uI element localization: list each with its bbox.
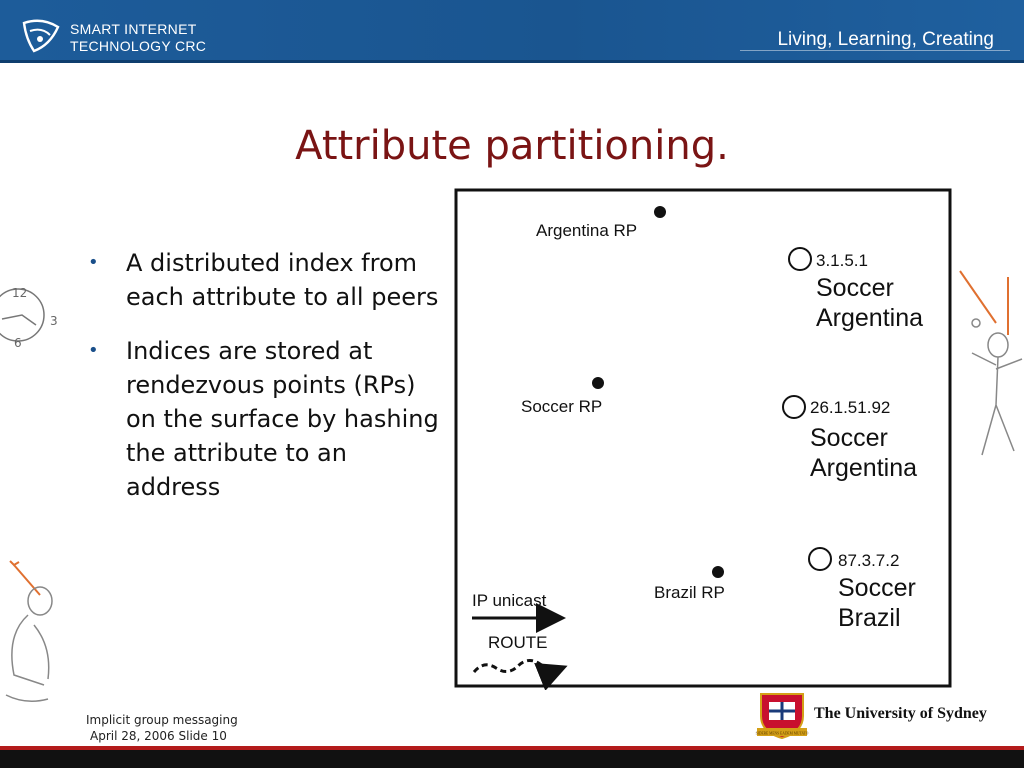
rp-dot [654, 206, 666, 218]
clock-numeral: 3 [50, 314, 58, 328]
peer-ip: 3.1.5.1 [816, 251, 868, 270]
bullet-list: • A distributed index from each attribut… [88, 246, 448, 524]
tagline-underline [740, 50, 1010, 51]
peer-attribute: Argentina [810, 454, 917, 482]
rp-dot [592, 377, 604, 389]
bullet-dot-icon: • [88, 340, 99, 361]
peer-ip: 26.1.51.92 [810, 398, 890, 417]
rp-label-brazil: Brazil RP [654, 583, 725, 602]
footer-caption: Implicit group messaging April 28, 2006 … [86, 712, 238, 744]
rendezvous-diagram: Argentina RP Soccer RP Brazil RP 3.1.5.1… [454, 188, 952, 690]
header-bar: SMART INTERNET TECHNOLOGY CRC Living, Le… [0, 0, 1024, 63]
sketch-clock-and-thinker-illustration: 12 3 6 [0, 286, 58, 702]
rp-label-argentina: Argentina RP [536, 221, 637, 240]
bullet-item: • Indices are stored at rendezvous point… [88, 334, 448, 504]
clock-numeral: 12 [12, 286, 27, 300]
peer-attribute: Soccer [838, 574, 916, 602]
bullet-text: A distributed index from each attribute … [126, 249, 439, 311]
bullet-item: • A distributed index from each attribut… [88, 246, 448, 314]
crest-motto: SIDERE MENS EADEM MUTATO [756, 732, 809, 736]
peer-attribute: Soccer [810, 424, 888, 452]
legend-unicast-label: IP unicast [472, 591, 547, 610]
bullet-dot-icon: • [88, 252, 99, 273]
peer-ip: 87.3.7.2 [838, 551, 899, 570]
swirl-logo-icon [22, 19, 60, 53]
brand-line-2: TECHNOLOGY CRC [70, 38, 207, 54]
rp-label-soccer: Soccer RP [521, 397, 602, 416]
legend-route-label: ROUTE [488, 633, 548, 652]
university-crest-icon: SIDERE MENS EADEM MUTATO [756, 693, 809, 740]
footer-date-slide: April 28, 2006 Slide 10 [90, 729, 227, 743]
footer-deck-title: Implicit group messaging [86, 713, 238, 727]
sketch-figure-illustration [959, 270, 1023, 456]
rp-dot [712, 566, 724, 578]
university-name: The University of Sydney [814, 705, 987, 722]
clock-numeral: 6 [14, 336, 22, 350]
tagline: Living, Learning, Creating [777, 29, 994, 50]
slide-title: Attribute partitioning. [295, 123, 729, 169]
peer-attribute: Brazil [838, 604, 901, 632]
footer-bar [0, 746, 1024, 768]
brand-line-1: SMART INTERNET [70, 21, 197, 37]
peer-attribute: Soccer [816, 274, 894, 302]
bullet-text: Indices are stored at rendezvous points … [126, 337, 439, 501]
peer-attribute: Argentina [816, 304, 923, 332]
brand-name: SMART INTERNET TECHNOLOGY CRC [70, 21, 206, 55]
